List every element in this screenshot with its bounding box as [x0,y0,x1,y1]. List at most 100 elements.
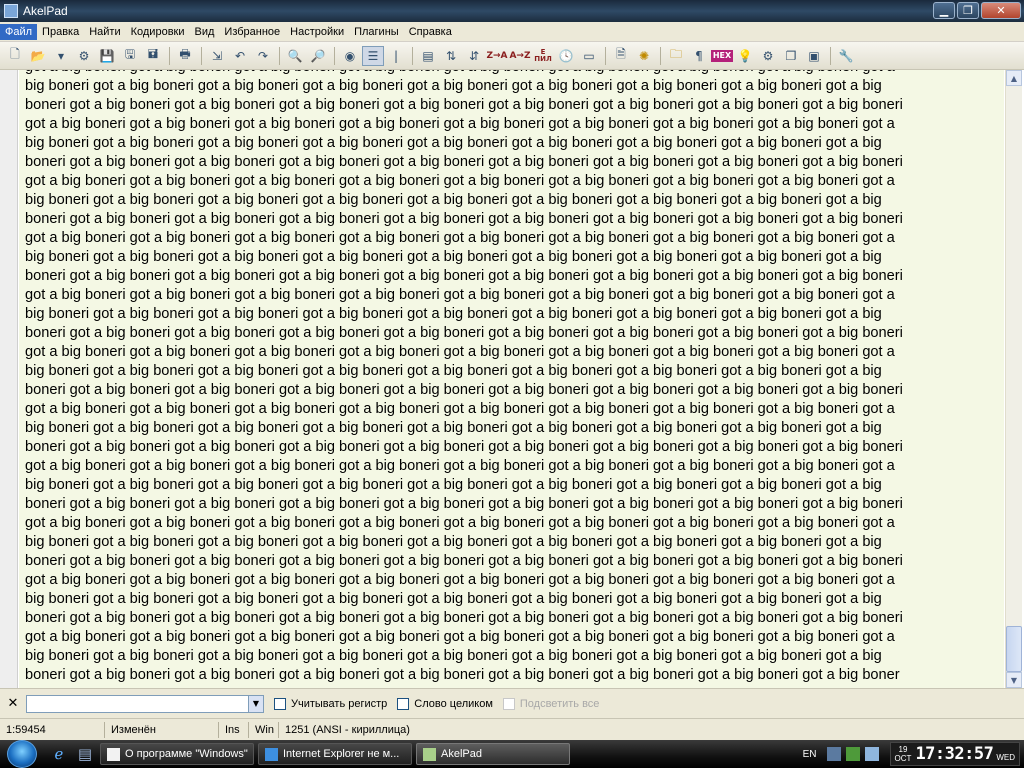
menu-help[interactable]: Справка [404,24,457,40]
select-all-icon[interactable]: ⇲ [206,46,228,66]
menu-find[interactable]: Найти [84,24,125,40]
close-find-icon[interactable]: ✕ [0,696,26,711]
editor-gutter [0,70,18,688]
key-icon[interactable]: 🔧 [835,46,857,66]
redo-icon[interactable]: ↷ [252,46,274,66]
text-line: got a big boneri got a big boneri got a … [25,458,895,474]
status-newline[interactable]: Win [249,721,279,738]
whole-word-checkbox[interactable]: Слово целиком [397,697,493,710]
insert-date-icon[interactable]: ▤ [417,46,439,66]
hex-icon[interactable]: HEX [711,49,733,62]
text-line: big boneri got a big boneri got a big bo… [25,363,882,379]
sort-desc-icon[interactable]: ⇵ [463,46,485,66]
menu-favorites[interactable]: Избранное [219,24,285,40]
text-line: boneri got a big boneri got a big boneri… [25,667,900,683]
system-tray: EN 19 OCT 17:32:57 WED [803,740,1024,768]
menu-settings[interactable]: Настройки [285,24,349,40]
go-to-icon[interactable]: ◉ [339,46,361,66]
window-icon [107,747,120,761]
menu-view[interactable]: Вид [190,24,220,40]
text-line: big boneri got a big boneri got a big bo… [25,192,882,208]
reopen-icon[interactable]: ⚙ [73,46,95,66]
copy-icon[interactable]: ❐ [780,46,802,66]
search-input[interactable]: ▼ [26,694,264,713]
save-all-icon[interactable]: 🖫 [119,46,141,66]
frame-icon[interactable]: ▣ [803,46,825,66]
open-file-icon[interactable]: 📂 [27,46,49,66]
whole-word-label: Слово целиком [414,697,493,710]
clipboard-icon[interactable]: ▭ [578,46,600,66]
text-line: boneri got a big boneri got a big boneri… [25,211,903,227]
close-button[interactable]: ✕ [981,2,1021,19]
text-line: boneri got a big boneri got a big boneri… [25,553,903,569]
menu-encodings[interactable]: Кодировки [126,24,190,40]
menu-plugins[interactable]: Плагины [349,24,404,40]
folder-icon[interactable]: 🗀 [665,46,687,66]
text-line: got a big boneri got a big boneri got a … [25,116,895,132]
task-internet-explorer[interactable]: Internet Explorer не м... [258,743,412,765]
transliterate-icon[interactable]: A→Z [509,46,531,66]
pilcrow-icon[interactable]: ¶ [688,46,710,66]
match-case-label: Учитывать регистр [291,697,388,710]
task-akelpad[interactable]: AkelPad [416,743,570,765]
match-case-checkbox[interactable]: Учитывать регистр [274,697,388,710]
show-desktop-icon[interactable]: ▤ [74,743,96,765]
save-as-icon[interactable]: 🖬 [142,46,164,66]
menu-file[interactable]: Файл [0,23,38,40]
chevron-down-icon[interactable]: ▼ [248,695,263,712]
volume-icon[interactable] [864,747,879,761]
whole-word-box[interactable] [397,697,410,710]
column-mode-icon[interactable]: | [385,46,407,66]
status-codepage[interactable]: 1251 (ANSI - кириллица) [279,722,416,738]
text-line: got a big boneri got a big boneri got a … [25,70,977,77]
text-area[interactable]: got a big boneri got a big boneri got a … [19,70,1004,688]
menu-bar: Файл Правка Найти Кодировки Вид Избранно… [0,22,1024,42]
text-line: boneri got a big boneri got a big boneri… [25,325,903,341]
word-wrap-icon[interactable]: ☰ [362,45,384,66]
scroll-thumb[interactable] [1006,626,1022,672]
menu-edit[interactable]: Правка [37,24,84,40]
code-icon[interactable]: ⚙ [757,46,779,66]
clock-weekday: WED [996,752,1015,762]
replace-icon[interactable]: 🔎 [307,46,329,66]
language-indicator[interactable]: EN [803,749,817,760]
internet-explorer-icon[interactable]: ℯ [48,743,70,765]
maximize-button[interactable]: ❐ [957,2,979,19]
text-line: got a big boneri got a big boneri got a … [25,230,895,246]
status-bar: 1:59454 Изменён Ins Win 1251 (ANSI - кир… [0,718,1024,740]
settings-icon[interactable]: ✺ [633,46,655,66]
text-line: boneri got a big boneri got a big boneri… [25,268,903,284]
bulb-icon[interactable]: 💡 [734,46,756,66]
pil-icon[interactable]: Е ПИЛ [532,46,554,66]
text-line: boneri got a big boneri got a big boneri… [25,382,903,398]
status-insert-mode[interactable]: Ins [219,721,249,738]
new-file-icon[interactable]: 🗋 [4,46,26,66]
taskbar: ℯ ▤ О программе "Windows" Internet Explo… [0,740,1024,768]
save-icon[interactable]: 💾 [96,46,118,66]
clock-time: 17:32:57 [915,744,994,764]
status-position: 1:59454 [0,721,105,738]
recode-icon[interactable]: Z→A [486,46,508,66]
find-icon[interactable]: 🔍 [284,46,306,66]
sort-asc-icon[interactable]: ⇅ [440,46,462,66]
plugin-icon[interactable]: 🗎 [610,46,632,66]
task-about-windows[interactable]: О программе "Windows" [100,743,254,765]
security-icon[interactable] [845,747,860,761]
open-dropdown-icon[interactable]: ▾ [50,46,72,66]
text-line: big boneri got a big boneri got a big bo… [25,306,882,322]
print-icon[interactable]: 🖶 [174,46,196,66]
time-icon[interactable]: 🕓 [555,46,577,66]
network-icon[interactable] [826,747,841,761]
vertical-scrollbar[interactable]: ▲ ▼ [1005,70,1022,688]
text-line: big boneri got a big boneri got a big bo… [25,78,882,94]
start-button[interactable] [0,740,44,768]
clock[interactable]: 19 OCT 17:32:57 WED [889,742,1020,766]
status-modified: Изменён [105,721,219,738]
scroll-down-button[interactable]: ▼ [1006,672,1022,688]
scroll-up-button[interactable]: ▲ [1006,70,1022,86]
pil-bottom-text: ПИЛ [534,54,552,63]
text-line: got a big boneri got a big boneri got a … [25,572,895,588]
minimize-button[interactable]: ▁ [933,2,955,19]
match-case-box[interactable] [274,697,286,710]
undo-icon[interactable]: ↶ [229,46,251,66]
